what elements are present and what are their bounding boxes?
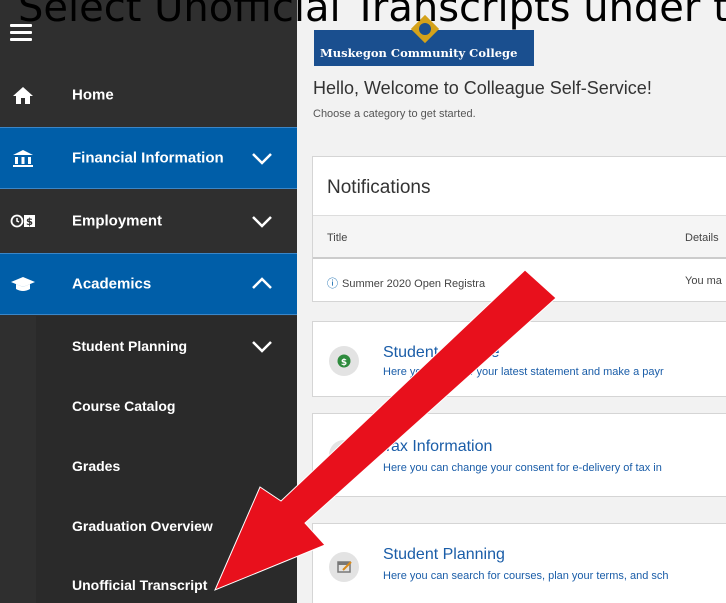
chevron-down-icon[interactable] [250, 150, 274, 166]
sidebar-subitem-graduation-overview[interactable]: Graduation Overview [36, 496, 297, 556]
sidebar-subitem-label: Unofficial Transcript [72, 577, 208, 593]
sidebar-item-financial-information[interactable]: Financial Information [0, 127, 297, 189]
svg-text:$: $ [341, 358, 347, 368]
category-description: Here you can search for courses, plan yo… [383, 570, 669, 582]
category-description: Here you can view your latest statement … [383, 366, 664, 378]
page-title: Hello, Welcome to Colleague Self-Service… [313, 78, 652, 98]
column-header-details[interactable]: Details [685, 232, 719, 244]
notifications-panel: Notifications Title Details ⓘ Summer 2020… [312, 156, 726, 302]
category-description: Here you can change your consent for e-d… [383, 462, 662, 474]
sidebar-item-label: Academics [72, 275, 152, 293]
sidebar-item-home[interactable]: Home [0, 64, 297, 126]
sidebar-subitem-label: Student Planning [72, 338, 188, 354]
chevron-up-icon[interactable] [250, 276, 274, 292]
dollar-icon: $ [329, 346, 359, 376]
sidebar-subitem-unofficial-transcript[interactable]: Unofficial Transcript [36, 555, 297, 603]
svg-text:$: $ [26, 217, 33, 228]
sidebar-item-academics[interactable]: Academics [0, 253, 297, 315]
sidebar-subitem-course-catalog[interactable]: Course Catalog [36, 376, 297, 436]
sidebar-subitem-student-planning[interactable]: Student Planning [36, 316, 297, 376]
clock-dollar-icon: $ [10, 214, 35, 228]
info-icon: ⓘ [327, 278, 338, 290]
sidebar-item-employment[interactable]: $ Employment [0, 190, 297, 252]
sidebar-subitem-label: Grades [72, 458, 121, 474]
table-row[interactable]: ⓘ Summer 2020 Open Registra You ma [313, 259, 726, 303]
sidebar-subitem-grades[interactable]: Grades [36, 436, 297, 496]
tutorial-caption: Select Unofficial Transcripts under the [18, 0, 726, 31]
sidebar-item-label: Home [72, 86, 114, 104]
sidebar-item-label: Employment [72, 212, 163, 230]
sidebar-subitem-label: Graduation Overview [72, 518, 213, 534]
category-card-student-finance[interactable]: $ Student Finance Here you can view your… [312, 321, 726, 397]
sidebar-subitem-label: Course Catalog [72, 398, 176, 414]
notifications-title: Notifications [327, 177, 431, 198]
chevron-down-icon[interactable] [250, 338, 274, 354]
sidebar-item-label: Financial Information [72, 149, 224, 167]
notification-title-text: Summer 2020 Open Registra [342, 278, 486, 290]
notifications-header: Title Details [313, 215, 726, 259]
category-title[interactable]: Tax Information [383, 438, 492, 456]
chevron-down-icon[interactable] [250, 213, 274, 229]
page-subtitle: Choose a category to get started. [313, 108, 476, 120]
notification-details: You ma [685, 275, 722, 287]
main-content: Hello, Welcome to Colleague Self-Service… [297, 66, 726, 603]
calendar-icon [329, 552, 359, 582]
category-title[interactable]: Student Finance [383, 344, 500, 362]
home-icon [13, 87, 33, 104]
category-title[interactable]: Student Planning [383, 546, 505, 564]
notification-title[interactable]: ⓘ Summer 2020 Open Registra [327, 275, 485, 291]
column-header-title[interactable]: Title [327, 232, 347, 244]
category-card-tax-information[interactable]: Tax Information Here you can change your… [312, 413, 726, 497]
logo-text: Muskegon Community College [320, 46, 518, 60]
bank-icon [13, 150, 33, 167]
graduation-cap-icon [11, 277, 35, 291]
tax-icon [329, 440, 359, 470]
category-card-student-planning[interactable]: Student Planning Here you can search for… [312, 523, 726, 603]
sidebar: Home Financial Information $ Employment … [0, 0, 297, 603]
